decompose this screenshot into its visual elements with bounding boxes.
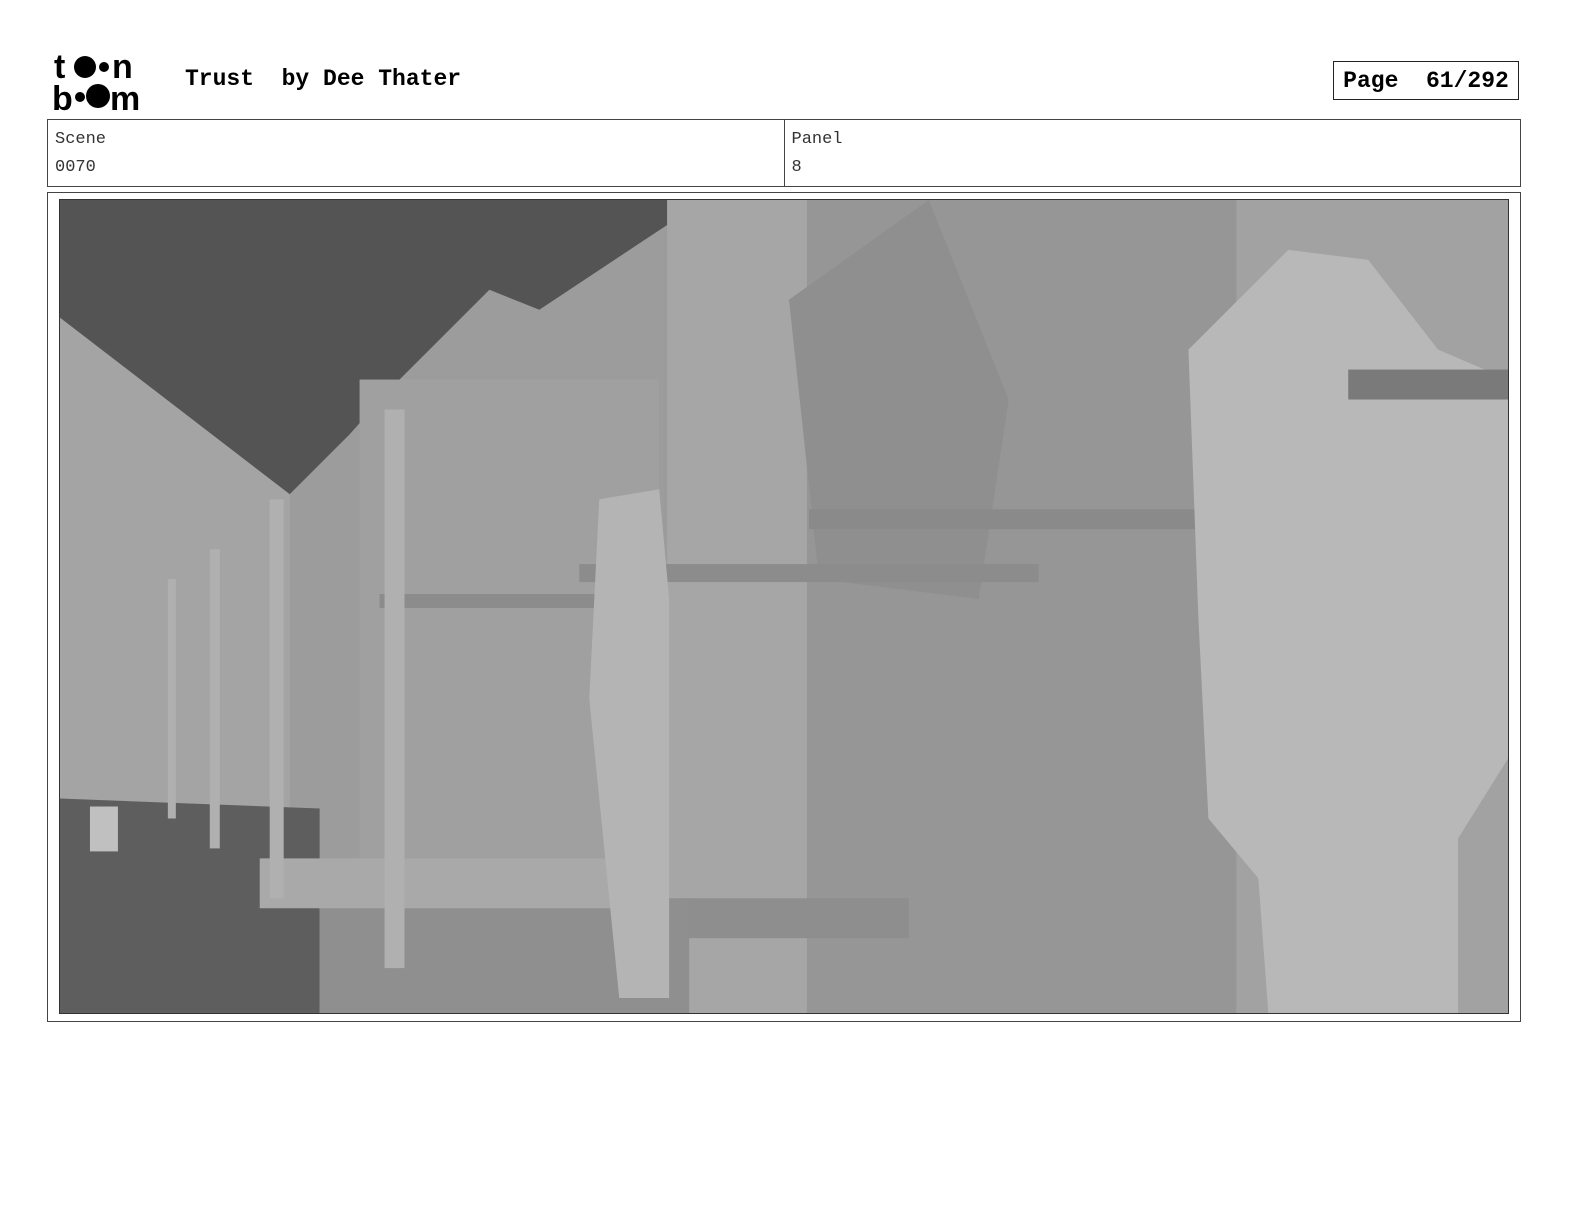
panel-value: 8 <box>791 158 802 177</box>
storyboard-page: t n b m Trust by Dee Thater Page 61/292 … <box>0 0 1584 1224</box>
svg-text:b: b <box>52 80 73 112</box>
panel-label: Panel <box>791 130 843 149</box>
scene-panel-info: Scene 0070 Panel 8 <box>47 119 1521 187</box>
storyboard-title: Trust by Dee Thater <box>185 66 462 92</box>
scene-label: Scene <box>55 130 107 149</box>
page-number: Page 61/292 <box>1333 61 1519 100</box>
scene-value: 0070 <box>55 158 96 177</box>
page-value: 61/292 <box>1426 67 1509 94</box>
svg-text:m: m <box>110 80 140 112</box>
panel-cell: Panel 8 <box>783 120 1521 186</box>
scene-cell: Scene 0070 <box>48 120 784 186</box>
page-label: Page <box>1343 67 1399 94</box>
panel-image <box>59 199 1509 1014</box>
toon-boom-logo: t n b m <box>52 50 140 112</box>
